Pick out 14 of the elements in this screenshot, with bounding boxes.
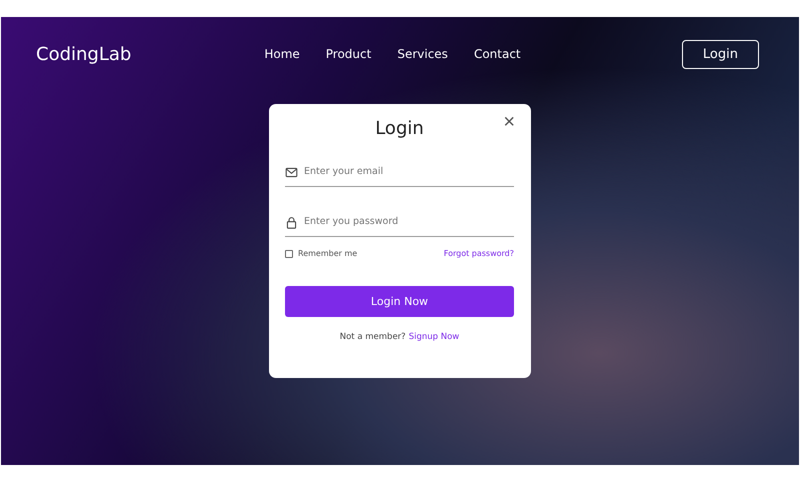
remember-label: Remember me	[298, 249, 358, 258]
signup-link[interactable]: Signup Now	[408, 332, 460, 342]
nav-link[interactable]: Contact	[474, 47, 521, 61]
forgot-password-link[interactable]: Forgot password?	[444, 249, 514, 258]
logo[interactable]: CodingLab	[36, 44, 132, 64]
remember-checkbox[interactable]	[285, 250, 293, 258]
nav-link[interactable]: Product	[326, 47, 372, 61]
signup-prompt: Not a member?	[340, 332, 406, 342]
nav-link[interactable]: Services	[397, 47, 448, 61]
modal-title: Login	[375, 118, 424, 139]
login-now-button[interactable]: Login Now	[285, 286, 514, 317]
login-button[interactable]: Login	[682, 40, 759, 68]
close-button[interactable]: ×	[501, 112, 517, 132]
nav-link[interactable]: Home	[264, 47, 300, 61]
